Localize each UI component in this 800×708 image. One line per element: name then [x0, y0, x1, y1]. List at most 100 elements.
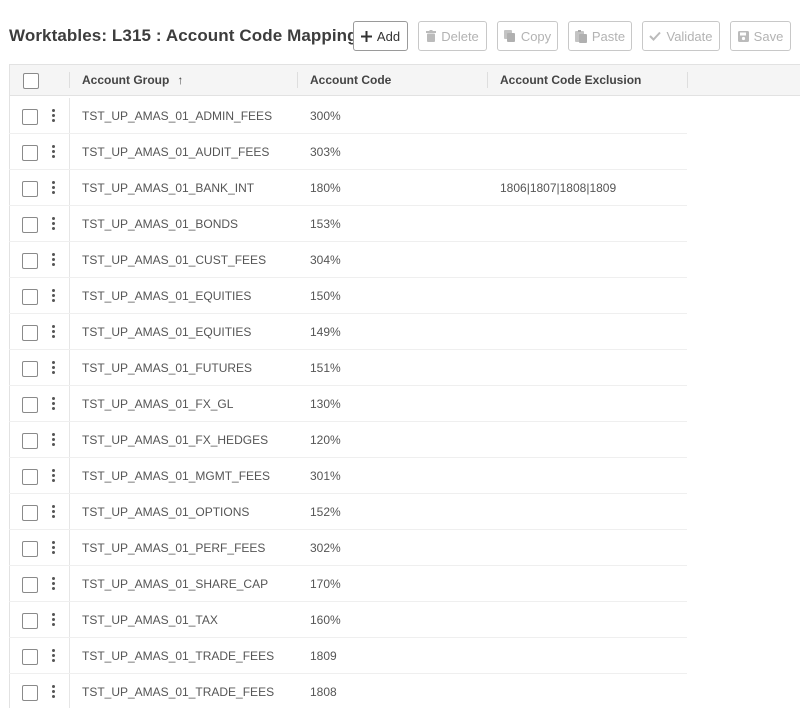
row-checkbox[interactable] — [22, 145, 38, 161]
account-code-cell[interactable]: 302% — [310, 530, 341, 566]
account-code-cell[interactable]: 1809 — [310, 638, 337, 674]
row-checkbox[interactable] — [22, 181, 38, 197]
row-actions-menu-icon[interactable] — [51, 253, 57, 267]
column-header-account-code-exclusion[interactable]: Account Code Exclusion — [500, 65, 641, 95]
row-actions-menu-icon[interactable] — [51, 109, 57, 123]
paste-button[interactable]: Paste — [568, 21, 632, 51]
account-group-cell[interactable]: TST_UP_AMAS_01_FX_GL — [82, 386, 233, 422]
account-group-cell[interactable]: TST_UP_AMAS_01_PERF_FEES — [82, 530, 265, 566]
table-row[interactable]: TST_UP_AMAS_01_ADMIN_FEES 300% — [9, 98, 800, 134]
row-checkbox[interactable] — [22, 253, 38, 269]
account-group-cell[interactable]: TST_UP_AMAS_01_SHARE_CAP — [82, 566, 268, 602]
account-code-cell[interactable]: 301% — [310, 458, 341, 494]
account-group-cell[interactable]: TST_UP_AMAS_01_TRADE_FEES — [82, 674, 274, 708]
table-row[interactable]: TST_UP_AMAS_01_MGMT_FEES 301% — [9, 458, 800, 494]
account-code-exclusion-cell[interactable]: 1806|1807|1808|1809 — [500, 170, 616, 206]
table-row[interactable]: TST_UP_AMAS_01_FX_HEDGES 120% — [9, 422, 800, 458]
column-header-account-code[interactable]: Account Code — [310, 65, 391, 95]
table-row[interactable]: TST_UP_AMAS_01_EQUITIES 149% — [9, 314, 800, 350]
account-code-cell[interactable]: 300% — [310, 98, 341, 134]
row-actions-menu-icon[interactable] — [51, 541, 57, 555]
row-actions-menu-icon[interactable] — [51, 289, 57, 303]
row-actions-menu-icon[interactable] — [51, 649, 57, 663]
table-row[interactable]: TST_UP_AMAS_01_AUDIT_FEES 303% — [9, 134, 800, 170]
copy-button[interactable]: Copy — [497, 21, 558, 51]
table-row[interactable]: TST_UP_AMAS_01_SHARE_CAP 170% — [9, 566, 800, 602]
table-row[interactable]: TST_UP_AMAS_01_FUTURES 151% — [9, 350, 800, 386]
account-code-cell[interactable]: 180% — [310, 170, 341, 206]
row-actions-menu-icon[interactable] — [51, 577, 57, 591]
row-checkbox[interactable] — [22, 289, 38, 305]
account-code-cell[interactable]: 150% — [310, 278, 341, 314]
account-group-cell[interactable]: TST_UP_AMAS_01_OPTIONS — [82, 494, 249, 530]
row-actions-menu-icon[interactable] — [51, 217, 57, 231]
account-group-cell[interactable]: TST_UP_AMAS_01_ADMIN_FEES — [82, 98, 272, 134]
account-code-cell[interactable]: 120% — [310, 422, 341, 458]
header: Worktables: L315 : Account Code Mapping … — [0, 0, 800, 64]
row-actions-menu-icon[interactable] — [51, 145, 57, 159]
table-row[interactable]: TST_UP_AMAS_01_FX_GL 130% — [9, 386, 800, 422]
delete-button[interactable]: Delete — [418, 21, 487, 51]
account-code-cell[interactable]: 303% — [310, 134, 341, 170]
row-actions-menu-icon[interactable] — [51, 181, 57, 195]
row-actions-menu-icon[interactable] — [51, 685, 57, 699]
table-row[interactable]: TST_UP_AMAS_01_EQUITIES 150% — [9, 278, 800, 314]
row-checkbox[interactable] — [22, 505, 38, 521]
account-code-cell[interactable]: 149% — [310, 314, 341, 350]
table-row[interactable]: TST_UP_AMAS_01_OPTIONS 152% — [9, 494, 800, 530]
table-row[interactable]: TST_UP_AMAS_01_TAX 160% — [9, 602, 800, 638]
table-row[interactable]: TST_UP_AMAS_01_TRADE_FEES 1809 — [9, 638, 800, 674]
account-group-cell[interactable]: TST_UP_AMAS_01_MGMT_FEES — [82, 458, 270, 494]
account-group-cell[interactable]: TST_UP_AMAS_01_CUST_FEES — [82, 242, 266, 278]
account-group-cell[interactable]: TST_UP_AMAS_01_BONDS — [82, 206, 238, 242]
row-actions-menu-icon[interactable] — [51, 433, 57, 447]
save-icon — [737, 30, 749, 42]
row-checkbox[interactable] — [22, 325, 38, 341]
account-group-cell[interactable]: TST_UP_AMAS_01_FX_HEDGES — [82, 422, 268, 458]
select-all-checkbox[interactable] — [23, 73, 39, 89]
row-checkbox[interactable] — [22, 397, 38, 413]
table-row[interactable]: TST_UP_AMAS_01_BANK_INT 180% 1806|1807|180… — [9, 170, 800, 206]
add-button[interactable]: Add — [353, 21, 408, 51]
row-actions-menu-icon[interactable] — [51, 361, 57, 375]
account-group-cell[interactable]: TST_UP_AMAS_01_BANK_INT — [82, 170, 254, 206]
save-button[interactable]: Save — [730, 21, 791, 51]
row-checkbox[interactable] — [22, 433, 38, 449]
account-code-cell[interactable]: 151% — [310, 350, 341, 386]
account-code-cell[interactable]: 153% — [310, 206, 341, 242]
copy-icon — [503, 30, 515, 42]
row-checkbox[interactable] — [22, 613, 38, 629]
account-code-cell[interactable]: 130% — [310, 386, 341, 422]
table-row[interactable]: TST_UP_AMAS_01_CUST_FEES 304% — [9, 242, 800, 278]
row-actions-menu-icon[interactable] — [51, 613, 57, 627]
account-group-cell[interactable]: TST_UP_AMAS_01_FUTURES — [82, 350, 252, 386]
account-group-cell[interactable]: TST_UP_AMAS_01_EQUITIES — [82, 314, 251, 350]
account-group-cell[interactable]: TST_UP_AMAS_01_TAX — [82, 602, 218, 638]
account-code-cell[interactable]: 1808 — [310, 674, 337, 708]
validate-button[interactable]: Validate — [642, 21, 720, 51]
row-checkbox[interactable] — [22, 577, 38, 593]
table-row[interactable]: TST_UP_AMAS_01_PERF_FEES 302% — [9, 530, 800, 566]
account-code-cell[interactable]: 160% — [310, 602, 341, 638]
row-checkbox[interactable] — [22, 361, 38, 377]
account-group-cell[interactable]: TST_UP_AMAS_01_TRADE_FEES — [82, 638, 274, 674]
row-actions-menu-icon[interactable] — [51, 325, 57, 339]
account-group-cell[interactable]: TST_UP_AMAS_01_AUDIT_FEES — [82, 134, 269, 170]
column-header-account-group[interactable]: Account Group ↑ — [82, 65, 183, 95]
row-checkbox[interactable] — [22, 469, 38, 485]
row-checkbox[interactable] — [22, 217, 38, 233]
table-row[interactable]: TST_UP_AMAS_01_BONDS 153% — [9, 206, 800, 242]
paste-icon — [574, 29, 587, 43]
row-actions-menu-icon[interactable] — [51, 469, 57, 483]
row-checkbox[interactable] — [22, 649, 38, 665]
account-code-cell[interactable]: 152% — [310, 494, 341, 530]
row-checkbox[interactable] — [22, 109, 38, 125]
account-code-cell[interactable]: 170% — [310, 566, 341, 602]
row-actions-menu-icon[interactable] — [51, 505, 57, 519]
account-code-cell[interactable]: 304% — [310, 242, 341, 278]
table-row[interactable]: TST_UP_AMAS_01_TRADE_FEES 1808 — [9, 674, 800, 708]
account-group-cell[interactable]: TST_UP_AMAS_01_EQUITIES — [82, 278, 251, 314]
row-checkbox[interactable] — [22, 541, 38, 557]
row-actions-menu-icon[interactable] — [51, 397, 57, 411]
row-checkbox[interactable] — [22, 685, 38, 701]
